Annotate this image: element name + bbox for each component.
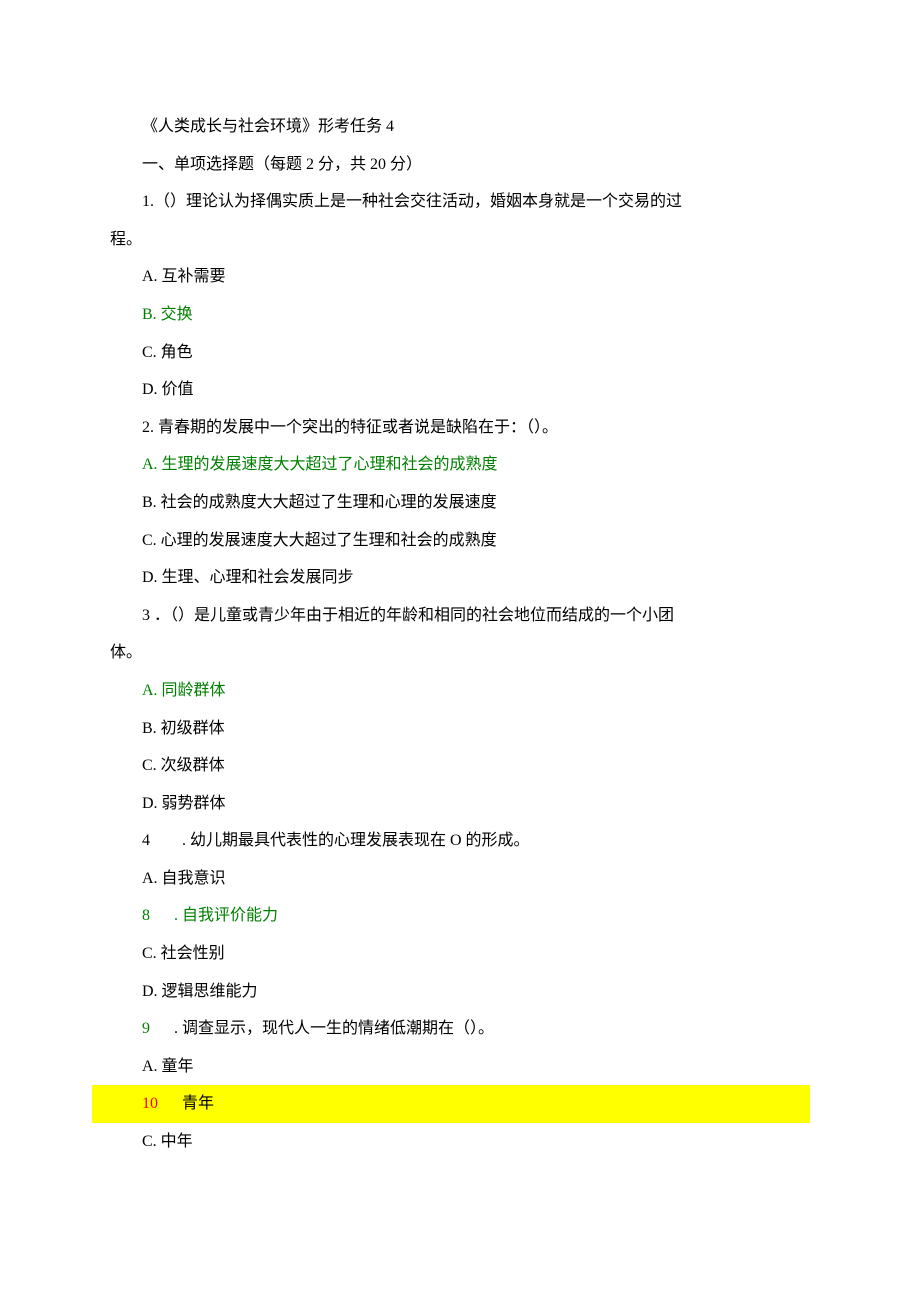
q3-option-b: B. 初级群体 xyxy=(110,710,810,748)
q5-stem: 9 . 调查显示，现代人一生的情绪低潮期在（）。 xyxy=(110,1010,810,1048)
q2-stem: 2. 青春期的发展中一个突出的特征或者说是缺陷在于：（）。 xyxy=(110,409,810,447)
q1-stem-cont: 程。 xyxy=(110,221,810,259)
section-header: 一、单项选择题（每题 2 分，共 20 分） xyxy=(110,146,810,184)
q1-option-c: C. 角色 xyxy=(110,334,810,372)
document-page: 《人类成长与社会环境》形考任务 4 一、单项选择题（每题 2 分，共 20 分）… xyxy=(0,0,920,1221)
q4-b-num: 8 xyxy=(142,907,150,924)
q1-option-b: B. 交换 xyxy=(110,296,810,334)
q5-b-num: 10 xyxy=(142,1095,158,1112)
q5-option-a: A. 童年 xyxy=(110,1048,810,1086)
q5-b-text: 青年 xyxy=(182,1095,214,1112)
doc-title: 《人类成长与社会环境》形考任务 4 xyxy=(110,108,810,146)
q4-option-a: A. 自我意识 xyxy=(110,860,810,898)
q3-option-c: C. 次级群体 xyxy=(110,747,810,785)
q5-num: 9 xyxy=(142,1020,150,1037)
q4-b-text: . 自我评价能力 xyxy=(174,907,278,924)
q4-option-b: 8 . 自我评价能力 xyxy=(110,897,810,935)
q2-option-c: C. 心理的发展速度大大超过了生理和社会的成熟度 xyxy=(110,522,810,560)
q2-option-b: B. 社会的成熟度大大超过了生理和心理的发展速度 xyxy=(110,484,810,522)
q2-option-a: A. 生理的发展速度大大超过了心理和社会的成熟度 xyxy=(110,446,810,484)
q4-option-d: D. 逻辑思维能力 xyxy=(110,973,810,1011)
q5-option-b: 10 青年 xyxy=(92,1085,810,1123)
q1-stem: 1.（）理论认为择偶实质上是一种社会交往活动，婚姻本身就是一个交易的过 xyxy=(110,183,810,221)
q1-option-d: D. 价值 xyxy=(110,371,810,409)
q3-option-a: A. 同龄群体 xyxy=(110,672,810,710)
q2-option-d: D. 生理、心理和社会发展同步 xyxy=(110,559,810,597)
q4-stem: 4 . 幼儿期最具代表性的心理发展表现在 O 的形成。 xyxy=(110,822,810,860)
q5-text: . 调查显示，现代人一生的情绪低潮期在（）。 xyxy=(174,1020,494,1037)
q5-option-c: C. 中年 xyxy=(110,1123,810,1161)
q1-option-a: A. 互补需要 xyxy=(110,258,810,296)
q3-stem-cont: 体。 xyxy=(110,634,810,672)
q4-option-c: C. 社会性别 xyxy=(110,935,810,973)
q3-option-d: D. 弱势群体 xyxy=(110,785,810,823)
q3-stem: 3 ．（）是儿童或青少年由于相近的年龄和相同的社会地位而结成的一个小团 xyxy=(110,597,810,635)
